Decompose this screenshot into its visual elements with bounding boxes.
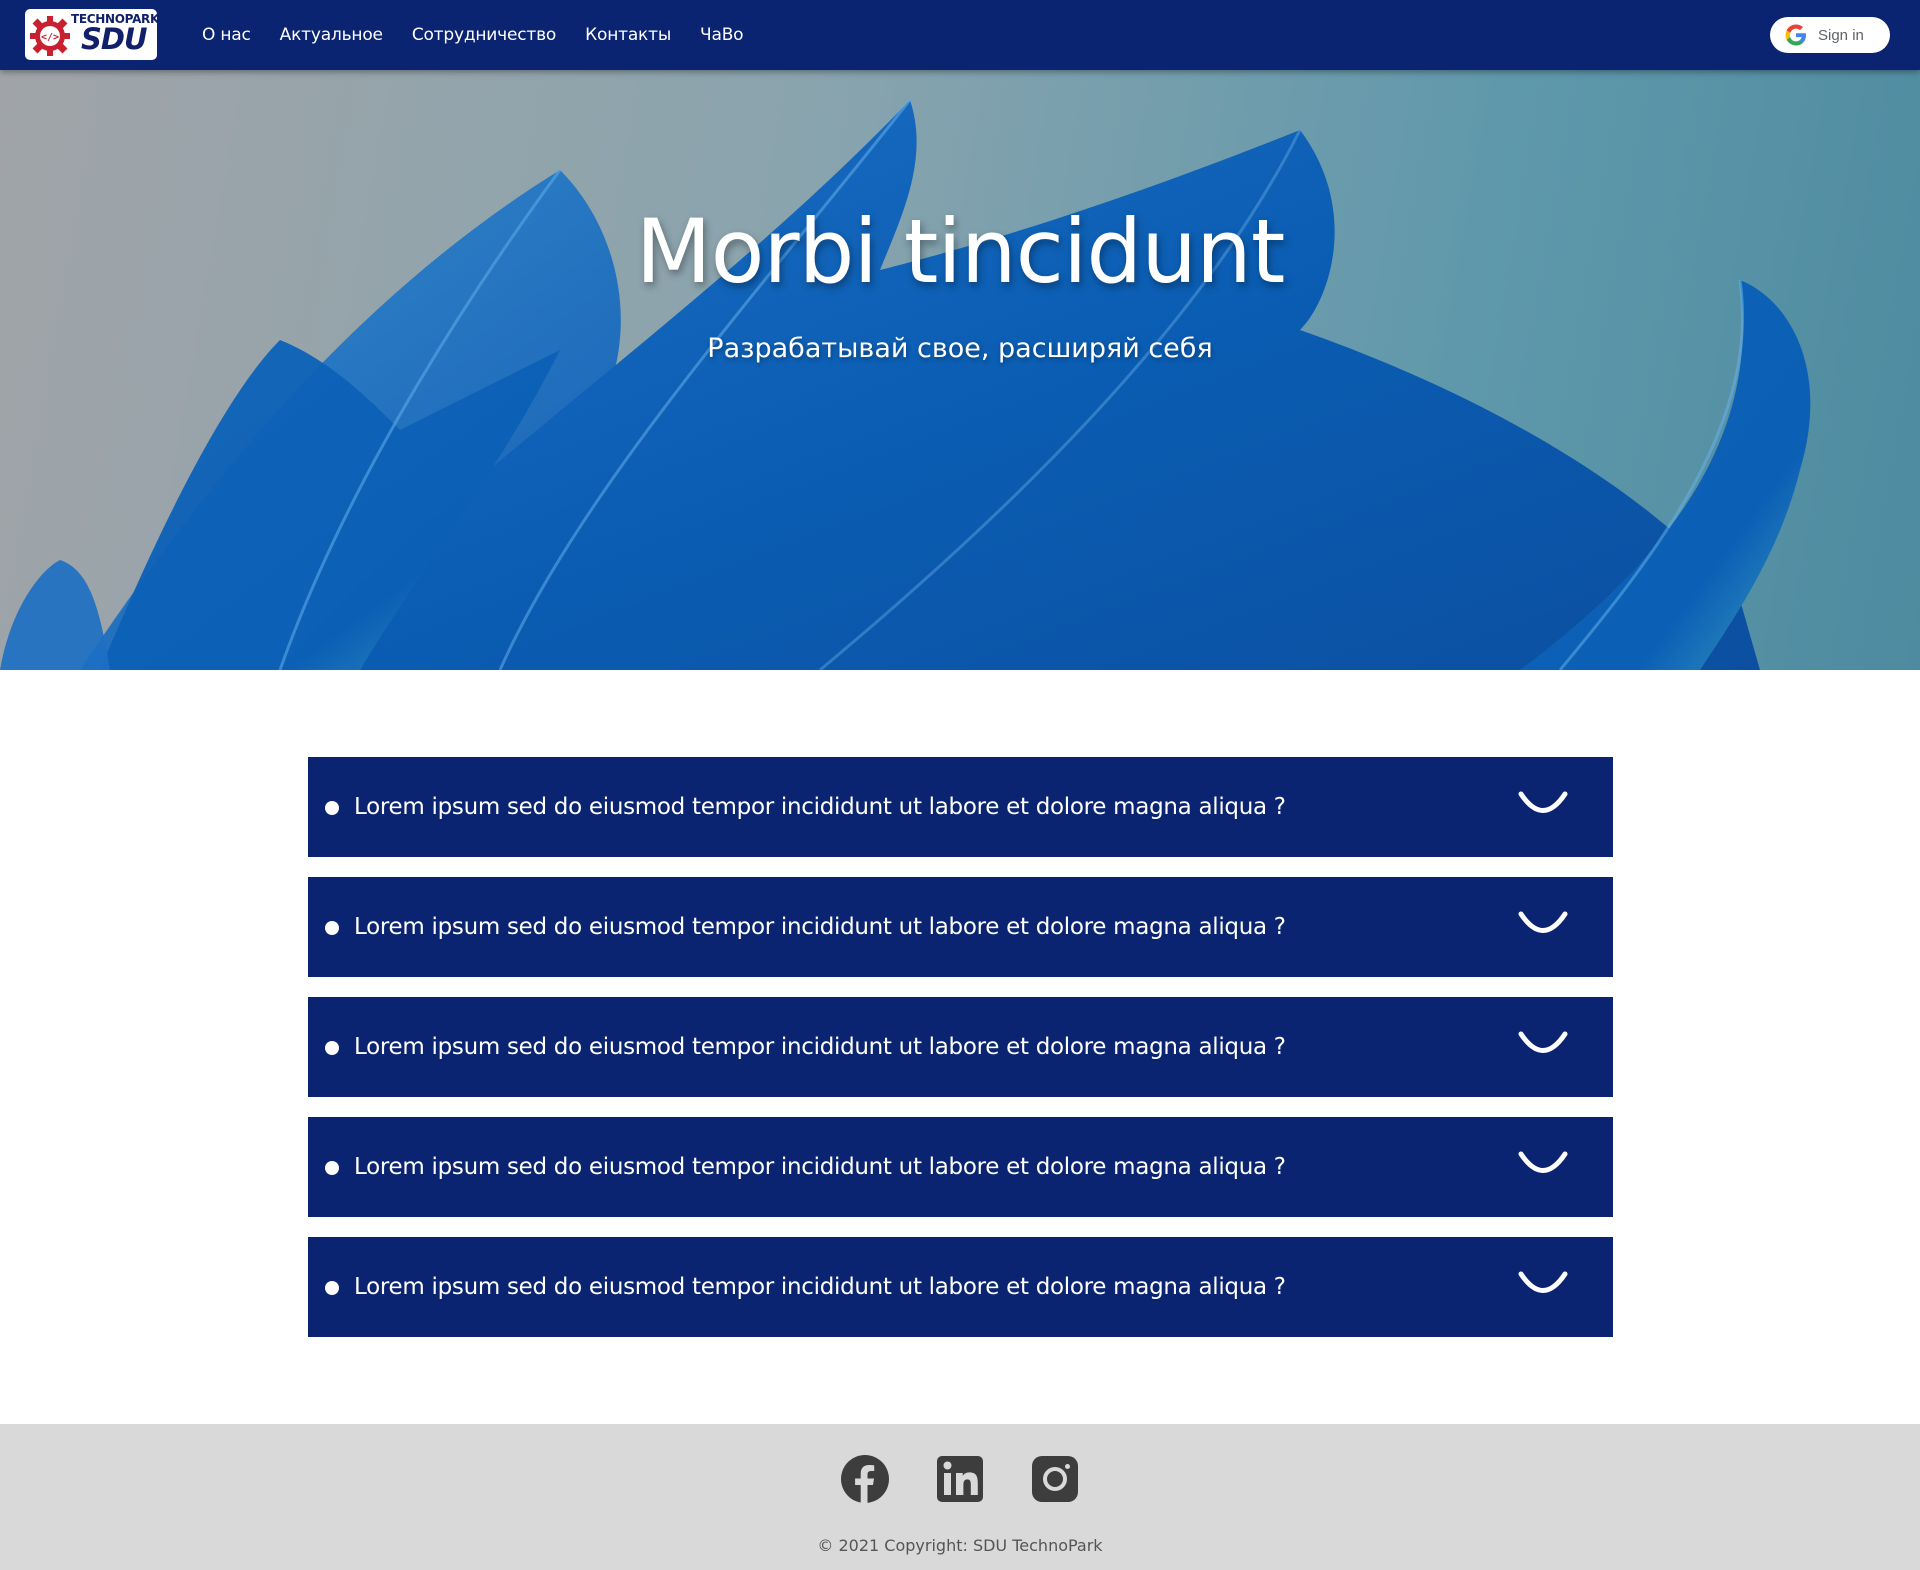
signin-label: Sign in	[1818, 26, 1864, 44]
nav-link-contacts[interactable]: Контакты	[585, 25, 671, 45]
faq-list: Lorem ipsum sed do eiusmod tempor incidi…	[308, 757, 1613, 1357]
faq-question: Lorem ipsum sed do eiusmod tempor incidi…	[354, 794, 1286, 820]
footer: © 2021 Copyright: SDU TechnoPark	[0, 1424, 1920, 1570]
chevron-down-icon[interactable]	[1518, 1029, 1568, 1059]
chevron-down-icon[interactable]	[1518, 909, 1568, 939]
chevron-down-icon[interactable]	[1518, 1149, 1568, 1179]
chevron-down-icon[interactable]	[1518, 1269, 1568, 1299]
hero-subtitle: Разрабатывай свое, расширяй себя	[707, 333, 1213, 364]
hero-banner: Morbi tincidunt Разрабатывай свое, расши…	[0, 70, 1920, 670]
faq-question: Lorem ipsum sed do eiusmod tempor incidi…	[354, 1034, 1286, 1060]
bullet-icon	[325, 1281, 339, 1295]
navbar: </> TECHNOPARK SDU О нас Актуальное Сотр…	[0, 0, 1920, 70]
instagram-icon[interactable]	[1030, 1454, 1080, 1504]
hero-title: Morbi tincidunt	[635, 200, 1286, 303]
faq-question: Lorem ipsum sed do eiusmod tempor incidi…	[354, 1274, 1286, 1300]
linkedin-icon[interactable]	[935, 1454, 985, 1504]
google-icon	[1785, 24, 1806, 46]
google-signin-button[interactable]: Sign in	[1770, 17, 1890, 53]
chevron-down-icon[interactable]	[1518, 789, 1568, 819]
bullet-icon	[325, 921, 339, 935]
bullet-icon	[325, 1161, 339, 1175]
nav-link-news[interactable]: Актуальное	[280, 25, 383, 45]
copyright-text: © 2021 Copyright: SDU TechnoPark	[817, 1536, 1103, 1555]
technopark-sdu-logo[interactable]: </> TECHNOPARK SDU	[25, 9, 157, 60]
gear-code-icon: </>	[30, 16, 70, 56]
faq-question: Lorem ipsum sed do eiusmod tempor incidi…	[354, 1154, 1286, 1180]
faq-item[interactable]: Lorem ipsum sed do eiusmod tempor incidi…	[308, 757, 1613, 857]
nav-link-about[interactable]: О нас	[202, 25, 251, 45]
faq-question: Lorem ipsum sed do eiusmod tempor incidi…	[354, 914, 1286, 940]
faq-item[interactable]: Lorem ipsum sed do eiusmod tempor incidi…	[308, 877, 1613, 977]
svg-text:</>: </>	[41, 32, 59, 43]
hero-background-waves	[0, 99, 1811, 670]
facebook-icon[interactable]	[840, 1454, 890, 1504]
faq-item[interactable]: Lorem ipsum sed do eiusmod tempor incidi…	[308, 1117, 1613, 1217]
logo-sdu-text: SDU	[81, 22, 148, 56]
nav-link-cooperation[interactable]: Сотрудничество	[412, 25, 557, 45]
nav-link-faq[interactable]: ЧаВо	[700, 25, 744, 45]
bullet-icon	[325, 1041, 339, 1055]
bullet-icon	[325, 801, 339, 815]
faq-item[interactable]: Lorem ipsum sed do eiusmod tempor incidi…	[308, 1237, 1613, 1337]
nav-links: О нас Актуальное Сотрудничество Контакты…	[202, 0, 772, 70]
faq-item[interactable]: Lorem ipsum sed do eiusmod tempor incidi…	[308, 997, 1613, 1097]
